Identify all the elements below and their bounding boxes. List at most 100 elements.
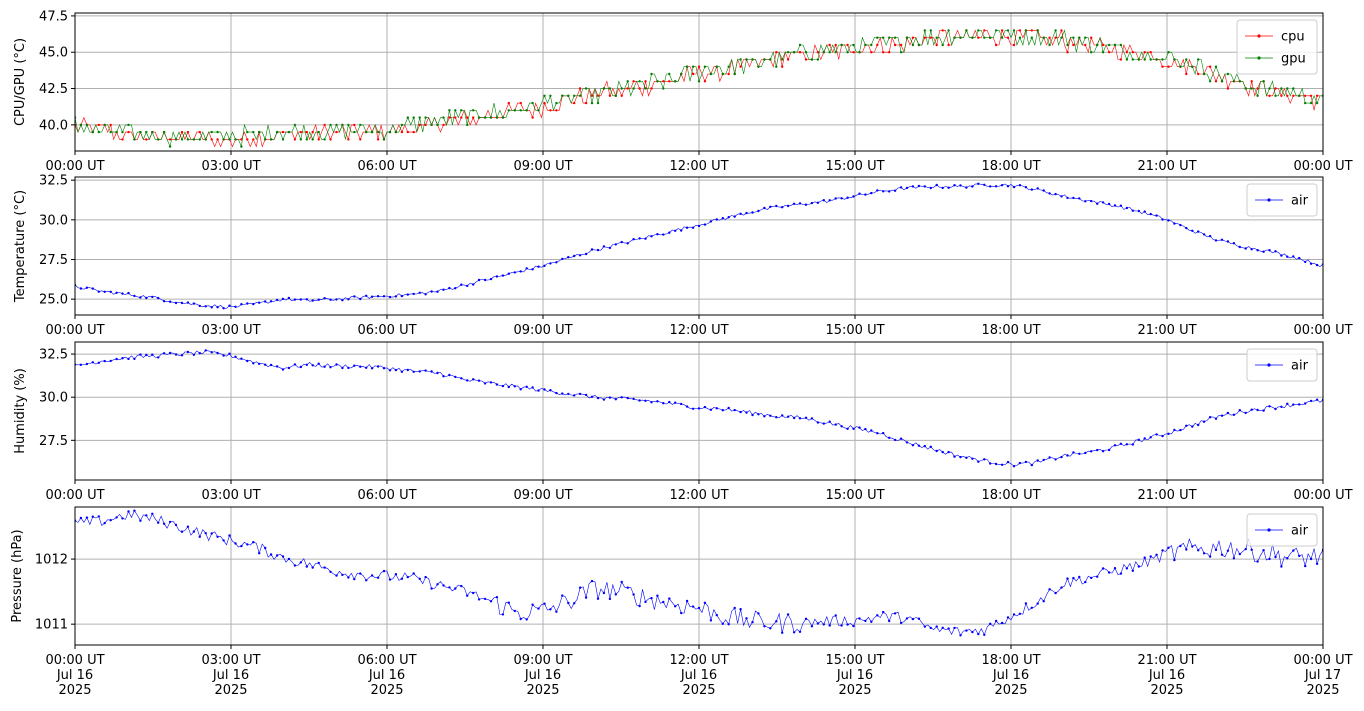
data-point-air bbox=[662, 233, 665, 236]
data-point-cpu bbox=[186, 130, 190, 134]
data-point-air bbox=[388, 295, 392, 299]
x-tick-label: 06:00 UT bbox=[357, 323, 416, 338]
data-point-air bbox=[596, 248, 600, 252]
data-point-air bbox=[1072, 576, 1075, 580]
data-point-air bbox=[959, 455, 962, 459]
data-point-air bbox=[822, 422, 825, 425]
data-point-cpu bbox=[1125, 51, 1129, 54]
data-point-air bbox=[442, 375, 445, 378]
data-point-cpu bbox=[376, 138, 380, 141]
data-point-gpu bbox=[353, 130, 356, 134]
chart-panel-2: 00:00 UT 03:00 UT 06:00 UT 09:00 UT 12:00 UT… bbox=[13, 174, 1353, 338]
data-point-gpu bbox=[168, 145, 172, 148]
data-point-air bbox=[1167, 432, 1170, 435]
data-point-air bbox=[804, 203, 808, 206]
data-point-gpu bbox=[798, 43, 802, 47]
data-point-gpu bbox=[1292, 87, 1295, 90]
data-point-air bbox=[1018, 184, 1022, 187]
data-point-air bbox=[180, 301, 184, 305]
data-point-air bbox=[483, 382, 487, 385]
data-point-air bbox=[1280, 565, 1283, 568]
data-point-air bbox=[1202, 233, 1206, 236]
data-point-gpu bbox=[846, 51, 849, 54]
data-point-air bbox=[1185, 424, 1188, 427]
data-point-air bbox=[1298, 554, 1301, 558]
data-point-gpu bbox=[1149, 58, 1152, 61]
x-tick-label: 12:00 UT bbox=[669, 488, 728, 503]
data-point-gpu bbox=[1202, 72, 1206, 76]
data-point-air bbox=[1113, 204, 1117, 207]
data-point-cpu bbox=[1274, 87, 1277, 90]
data-point-gpu bbox=[935, 36, 938, 39]
data-point-gpu bbox=[555, 101, 558, 105]
data-point-air bbox=[989, 462, 992, 465]
data-point-air bbox=[359, 297, 362, 301]
data-point-air bbox=[709, 408, 713, 411]
data-point-air bbox=[1191, 229, 1194, 232]
data-point-air bbox=[394, 368, 398, 372]
data-point-gpu bbox=[376, 130, 380, 134]
data-point-air bbox=[305, 298, 308, 301]
data-point-air bbox=[584, 252, 588, 256]
data-point-gpu bbox=[781, 58, 784, 61]
legend-label-air: air bbox=[1291, 359, 1309, 374]
data-point-air bbox=[97, 361, 101, 364]
data-point-air bbox=[685, 405, 689, 408]
data-point-gpu bbox=[406, 116, 409, 119]
data-point-air bbox=[329, 366, 332, 369]
x-tick-label: 15:00 UT bbox=[825, 323, 884, 338]
data-point-air bbox=[614, 243, 617, 246]
data-point-air bbox=[507, 385, 510, 389]
data-point-gpu bbox=[691, 65, 695, 68]
data-point-cpu bbox=[1149, 51, 1152, 54]
data-point-air bbox=[757, 413, 760, 416]
x-tick-label: 00:00 UT bbox=[1293, 323, 1352, 338]
data-point-air bbox=[1060, 455, 1063, 459]
data-point-air bbox=[347, 298, 350, 301]
x-tick-label: 21:00 UT bbox=[1137, 488, 1196, 503]
x-tick-label: 09:00 UT bbox=[513, 488, 572, 503]
data-point-cpu bbox=[448, 116, 451, 119]
data-point-air bbox=[614, 398, 617, 401]
data-point-air bbox=[1078, 452, 1081, 455]
data-point-air bbox=[947, 186, 950, 189]
data-point-air bbox=[680, 402, 683, 406]
data-point-air bbox=[1107, 448, 1111, 452]
data-point-cpu bbox=[1315, 94, 1319, 98]
data-point-air bbox=[1298, 403, 1301, 406]
data-point-cpu bbox=[828, 43, 831, 47]
data-point-gpu bbox=[264, 138, 267, 141]
data-point-air bbox=[578, 392, 582, 396]
data-point-gpu bbox=[1197, 58, 1200, 61]
data-point-gpu bbox=[216, 130, 219, 134]
data-point-air bbox=[1030, 606, 1034, 609]
data-point-gpu bbox=[1113, 43, 1117, 47]
data-point-cpu bbox=[650, 87, 653, 90]
data-point-air bbox=[311, 566, 314, 569]
data-point-air bbox=[1042, 600, 1045, 603]
data-point-gpu bbox=[103, 123, 106, 127]
data-point-air bbox=[798, 417, 802, 420]
data-point-air bbox=[109, 290, 112, 293]
data-point-air bbox=[275, 554, 279, 557]
legend: air bbox=[1246, 348, 1318, 382]
data-point-air bbox=[329, 298, 332, 301]
data-point-cpu bbox=[543, 101, 546, 105]
data-point-cpu bbox=[888, 51, 891, 54]
data-point-air bbox=[1304, 402, 1307, 405]
data-point-air bbox=[335, 363, 338, 366]
data-point-gpu bbox=[97, 130, 101, 134]
data-point-gpu bbox=[1185, 58, 1188, 61]
data-point-air bbox=[876, 432, 879, 435]
data-point-gpu bbox=[246, 130, 249, 134]
data-point-air bbox=[466, 284, 469, 288]
chart-panel-4: 00:00 UT Jul 16 2025 03:00 UT Jul 16 2025 06:0… bbox=[10, 506, 1353, 698]
data-point-gpu bbox=[317, 130, 320, 134]
data-point-air bbox=[341, 573, 344, 577]
data-point-air bbox=[1161, 549, 1164, 552]
data-point-air bbox=[953, 455, 956, 458]
data-point-air bbox=[139, 519, 142, 522]
data-point-air bbox=[852, 195, 855, 198]
data-point-cpu bbox=[1090, 36, 1093, 39]
data-point-air bbox=[240, 357, 243, 360]
